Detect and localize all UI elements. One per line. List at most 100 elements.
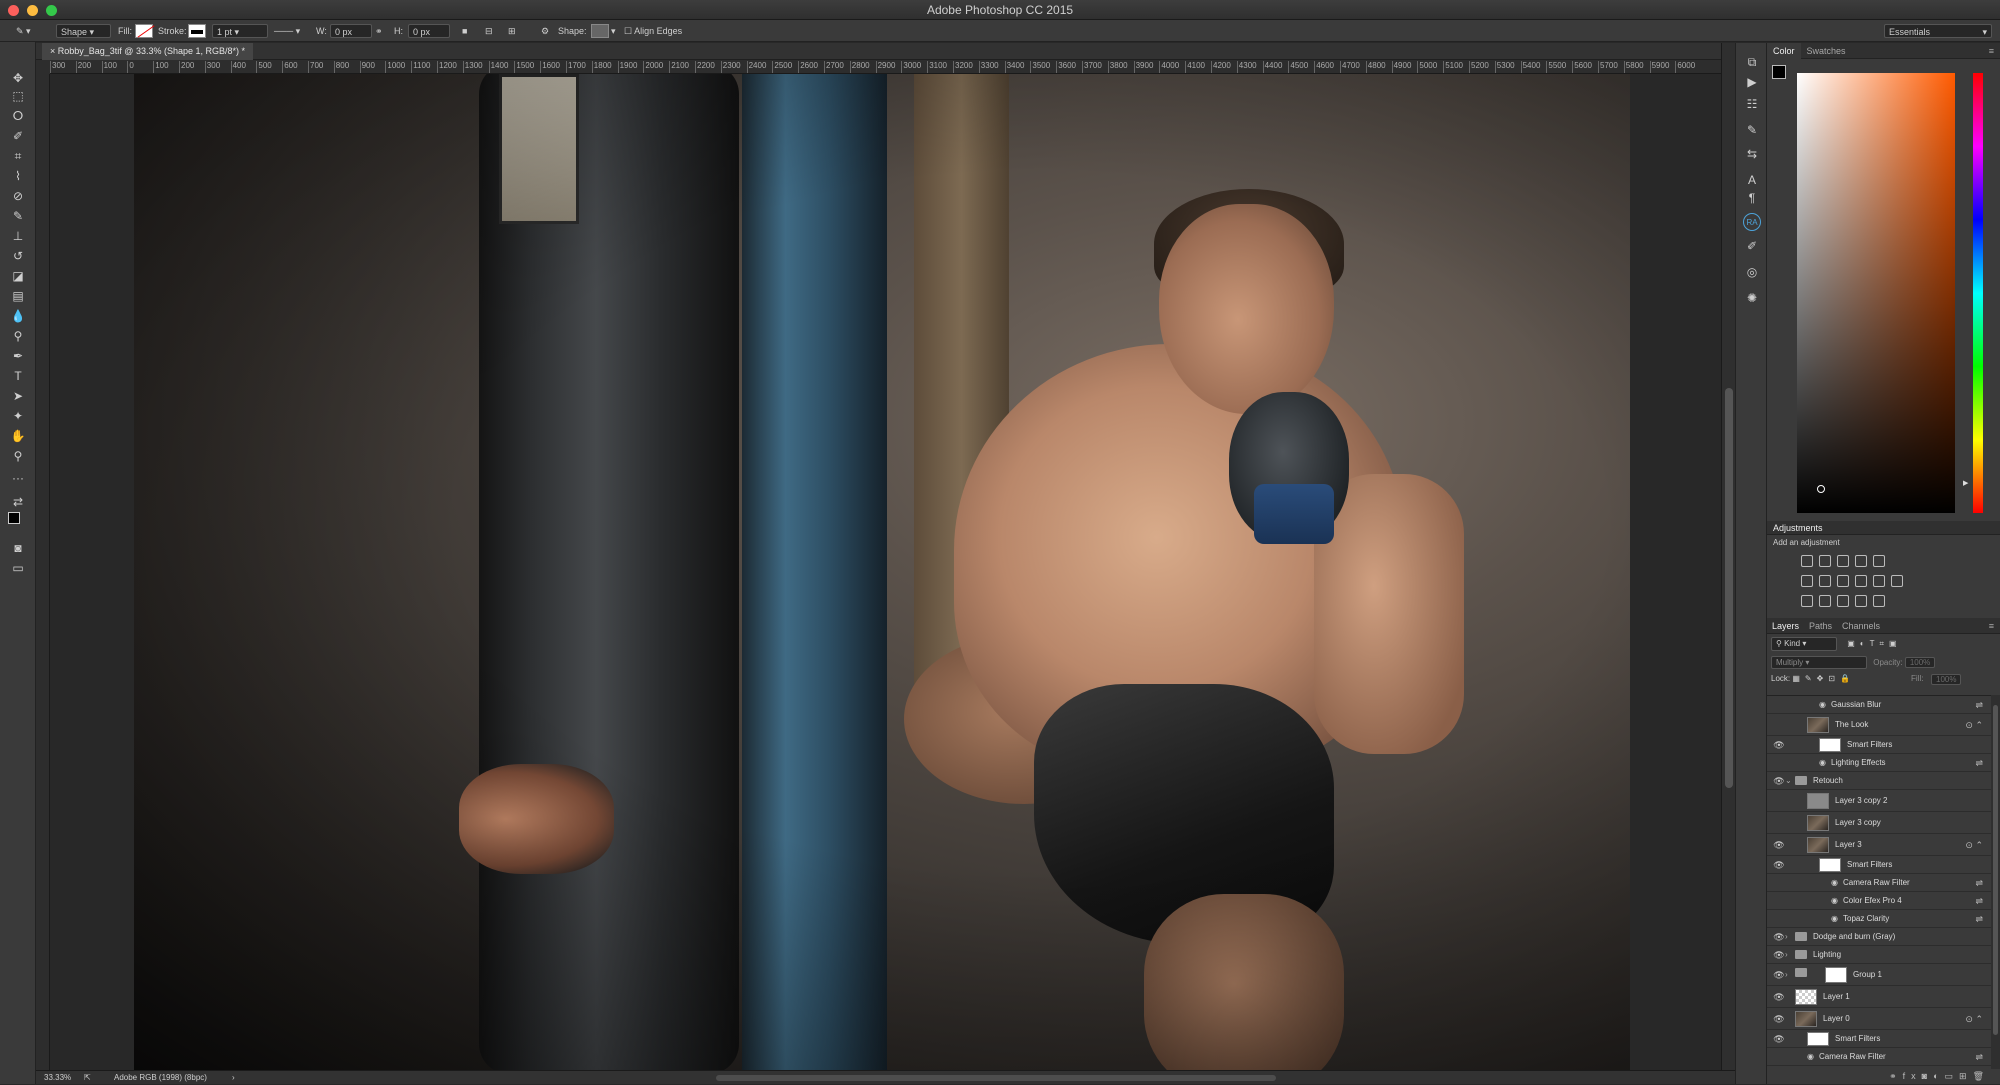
filter-visibility-icon[interactable]: ◉ <box>1831 874 1838 892</box>
posterize-icon[interactable] <box>1819 595 1831 607</box>
stroke-swatch[interactable] <box>188 24 206 38</box>
canvas-area[interactable] <box>50 74 1721 1070</box>
zoom-window-button[interactable] <box>46 5 57 16</box>
vertical-scroll-thumb[interactable] <box>1725 388 1733 788</box>
color-foreground-swatch[interactable] <box>1772 65 1786 79</box>
path-alignment-icon[interactable]: ⊟ <box>485 24 493 38</box>
fill-swatch[interactable] <box>135 24 155 38</box>
eraser-tool-icon[interactable]: ◪ <box>9 268 27 284</box>
shape-picker[interactable] <box>591 24 609 38</box>
lock-icons[interactable]: ▦✎✥⊡🔒 <box>1792 674 1855 683</box>
group-disclosure-icon[interactable]: › <box>1785 928 1788 946</box>
lasso-tool-icon[interactable]: ⵔ <box>9 108 27 124</box>
clone-stamp-tool-icon[interactable]: ⊥ <box>9 228 27 244</box>
color-picker-field[interactable] <box>1797 73 1955 513</box>
link-dimensions-icon[interactable]: ⚭ <box>375 24 383 38</box>
close-window-button[interactable] <box>8 5 19 16</box>
layer-thumbnail[interactable] <box>1807 793 1829 809</box>
layer-thumbnail[interactable] <box>1807 815 1829 831</box>
color-balance-icon[interactable] <box>1819 575 1831 587</box>
layer-row[interactable]: 👁 Layer 0 ⊙ ⌃ <box>1767 1008 1991 1030</box>
layer-visibility-eye-icon[interactable]: 👁 <box>1773 834 1785 856</box>
filter-options-icon[interactable]: ⇌ <box>1975 754 1983 772</box>
type-tool-icon[interactable]: T <box>9 368 27 384</box>
layer-thumbnail[interactable] <box>1795 989 1817 1005</box>
hue-saturation-icon[interactable] <box>1801 575 1813 587</box>
zoom-level[interactable]: 33.33% <box>44 1071 71 1085</box>
layer-row[interactable]: ◉ Camera Raw Filter ⇌ <box>1767 1048 1991 1066</box>
tool-mode-select[interactable]: Shape ▾ <box>56 24 111 38</box>
group-disclosure-icon[interactable]: ⌄ <box>1785 772 1792 790</box>
threshold-icon[interactable] <box>1837 595 1849 607</box>
properties-panel-icon[interactable]: ☷ <box>1743 95 1761 113</box>
selective-color-icon[interactable] <box>1855 595 1867 607</box>
gradient-map-icon[interactable] <box>1873 595 1885 607</box>
actions-play-icon[interactable]: ▶ <box>1743 73 1761 91</box>
blend-mode-select[interactable]: Multiply ▾ <box>1771 656 1867 669</box>
layer-thumbnail[interactable] <box>1807 717 1829 733</box>
width-field[interactable]: 0 px <box>330 24 372 38</box>
filter-mask-thumbnail[interactable] <box>1819 858 1841 872</box>
stroke-type-select[interactable]: ─── ▾ <box>274 24 306 38</box>
adjust-panel-icon[interactable]: ⇆ <box>1743 145 1761 163</box>
layer-row[interactable]: 👁 › Lighting <box>1767 946 1991 964</box>
levels-icon[interactable] <box>1819 555 1831 567</box>
horizontal-ruler[interactable]: 300 200 100 0 100 200 300 400 500 600 700 800 900 100… <box>50 60 1721 74</box>
smart-object-icon[interactable]: ⊙ ⌃ <box>1965 834 1983 856</box>
foreground-color-swatch[interactable] <box>8 512 20 524</box>
layers-scrollbar[interactable] <box>1991 695 2000 1069</box>
more-tools-icon[interactable]: ··· <box>9 470 27 486</box>
vibrance-icon[interactable] <box>1873 555 1885 567</box>
exposure-icon[interactable] <box>1855 555 1867 567</box>
smart-object-icon[interactable]: ⊙ ⌃ <box>1965 714 1983 736</box>
tab-layers[interactable]: Layers <box>1767 618 1804 634</box>
minimize-window-button[interactable] <box>27 5 38 16</box>
color-lookup-icon[interactable] <box>1891 575 1903 587</box>
layer-filter-kind-select[interactable]: ⚲ Kind ▾ <box>1771 637 1837 651</box>
group-disclosure-icon[interactable]: › <box>1785 946 1788 964</box>
photo-filter-icon[interactable] <box>1855 575 1867 587</box>
group-mask-thumbnail[interactable] <box>1825 967 1847 983</box>
filter-visibility-icon[interactable]: ◉ <box>1819 754 1826 772</box>
link-layers-icon[interactable]: ⚭ <box>1889 1071 1903 1081</box>
filter-options-icon[interactable]: ⇌ <box>1975 892 1983 910</box>
hue-slider[interactable] <box>1973 73 1983 513</box>
workspace-switcher[interactable]: Essentials ▾ <box>1884 24 1992 38</box>
tool-preset-picker[interactable]: ✎ ▾ <box>16 24 31 38</box>
layer-row[interactable]: ◉ Color Efex Pro 4 ⇌ <box>1767 892 1991 910</box>
layer-row[interactable]: 👁 › Group 1 <box>1767 964 1991 986</box>
new-adjustment-icon[interactable]: ◐ <box>1933 1071 1944 1081</box>
layer-visibility-eye-icon[interactable]: 👁 <box>1773 986 1785 1008</box>
quick-mask-icon[interactable]: ◙ <box>9 540 27 556</box>
fill-field[interactable]: 100% <box>1931 674 1962 685</box>
quick-select-tool-icon[interactable]: ✐ <box>9 128 27 144</box>
history-brush-tool-icon[interactable]: ↺ <box>9 248 27 264</box>
stroke-width-field[interactable]: 1 pt ▾ <box>212 24 268 38</box>
pen-panel-icon[interactable]: ✐ <box>1743 237 1761 255</box>
layer-row[interactable]: Layer 3 copy 2 <box>1767 790 1991 812</box>
vertical-scrollbar[interactable] <box>1721 43 1735 1070</box>
curves-icon[interactable] <box>1837 555 1849 567</box>
dodge-tool-icon[interactable]: ⚲ <box>9 328 27 344</box>
channel-mixer-icon[interactable] <box>1873 575 1885 587</box>
spot-heal-tool-icon[interactable]: ⊘ <box>9 188 27 204</box>
layer-visibility-eye-icon[interactable]: 👁 <box>1773 1008 1785 1030</box>
libraries-panel-icon[interactable]: ◎ <box>1743 263 1761 281</box>
layer-row[interactable]: ◉ Gaussian Blur ⇌ <box>1767 696 1991 714</box>
add-mask-icon[interactable]: ◙ <box>1922 1071 1933 1081</box>
close-tab-icon[interactable]: × <box>50 46 58 56</box>
move-tool-icon[interactable]: ✥ <box>9 70 27 86</box>
layer-row[interactable]: 👁 Layer 3 ⊙ ⌃ <box>1767 834 1991 856</box>
layer-visibility-eye-icon[interactable]: 👁 <box>1773 928 1785 946</box>
layers-scroll-thumb[interactable] <box>1993 705 1998 1035</box>
filter-visibility-icon[interactable]: ◉ <box>1831 892 1838 910</box>
status-menu-chevron-icon[interactable]: › <box>232 1071 235 1085</box>
gear-icon[interactable]: ⚙ <box>541 24 549 38</box>
height-field[interactable]: 0 px <box>408 24 450 38</box>
layer-filter-icons[interactable]: ▣◐T⌗▣ <box>1847 639 1901 648</box>
layer-visibility-eye-icon[interactable]: 👁 <box>1773 772 1785 790</box>
layer-row[interactable]: 👁 › Dodge and burn (Gray) <box>1767 928 1991 946</box>
layer-visibility-eye-icon[interactable]: 👁 <box>1773 856 1785 874</box>
plugin-panel-icon[interactable]: ✺ <box>1743 289 1761 307</box>
hand-tool-icon[interactable]: ✋ <box>9 428 27 444</box>
